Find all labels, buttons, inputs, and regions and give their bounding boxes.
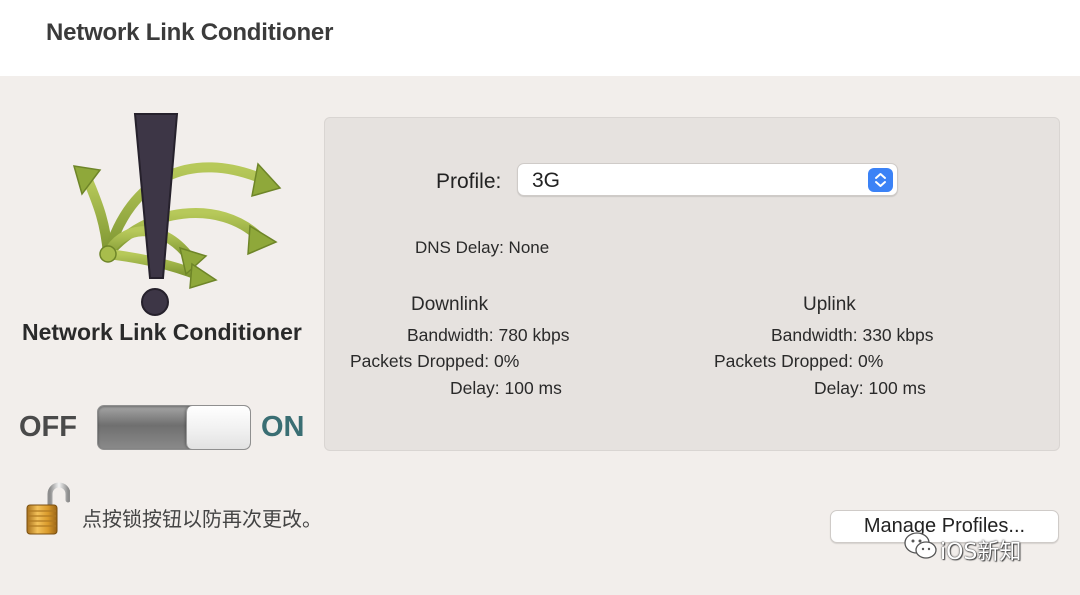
profile-select[interactable]: 3G bbox=[517, 163, 898, 196]
downlink-delay: Delay: 100 ms bbox=[450, 378, 562, 399]
switch-on-label: ON bbox=[261, 411, 305, 443]
uplink-bandwidth: Bandwidth: 330 kbps bbox=[771, 325, 934, 346]
uplink-delay: Delay: 100 ms bbox=[814, 378, 926, 399]
on-off-toggle[interactable] bbox=[97, 405, 251, 450]
watermark-text: iOS新知 bbox=[940, 540, 1022, 565]
uplink-packets-label: Packets Dropped: bbox=[714, 351, 854, 371]
lock-hint-text: 点按锁按钮以防再次更改。 bbox=[82, 507, 322, 531]
settings-panel: Profile: 3G DNS Delay: None Downlink Ban… bbox=[324, 117, 1060, 451]
uplink-bandwidth-label: Bandwidth: bbox=[771, 325, 858, 345]
logo-caption: Network Link Conditioner bbox=[22, 319, 302, 345]
downlink-title: Downlink bbox=[411, 294, 489, 315]
toggle-knob[interactable] bbox=[186, 406, 250, 449]
title-bar: Network Link Conditioner bbox=[0, 0, 1080, 76]
downlink-packets-dropped: Packets Dropped: 0% bbox=[350, 351, 519, 372]
uplink-delay-label: Delay: bbox=[814, 378, 864, 398]
downlink-bandwidth: Bandwidth: 780 kbps bbox=[407, 325, 570, 346]
downlink-packets-value: 0% bbox=[493, 351, 520, 371]
preference-pane: Network Link Conditioner OFF ON Profile:… bbox=[0, 76, 1080, 595]
uplink-packets-dropped: Packets Dropped: 0% bbox=[714, 351, 883, 372]
downlink-bandwidth-label: Bandwidth: bbox=[407, 325, 494, 345]
wechat-icon bbox=[904, 532, 937, 559]
watermark: iOS新知 bbox=[903, 530, 1053, 566]
switch-off-label: OFF bbox=[19, 411, 77, 443]
network-link-conditioner-icon bbox=[60, 108, 290, 323]
window-title: Network Link Conditioner bbox=[46, 19, 334, 46]
downlink-bandwidth-value: 780 kbps bbox=[498, 325, 570, 345]
uplink-delay-value: 100 ms bbox=[868, 378, 926, 398]
profile-label: Profile: bbox=[436, 170, 502, 193]
uplink-title: Uplink bbox=[803, 294, 856, 315]
unlocked-padlock-icon[interactable] bbox=[24, 480, 71, 538]
downlink-packets-label: Packets Dropped: bbox=[350, 351, 490, 371]
dns-delay-value: None bbox=[508, 238, 550, 257]
dns-delay: DNS Delay: None bbox=[415, 238, 549, 258]
select-stepper-icon bbox=[868, 168, 893, 192]
profile-selected-value: 3G bbox=[532, 169, 561, 192]
downlink-delay-value: 100 ms bbox=[504, 378, 562, 398]
dns-delay-label: DNS Delay: bbox=[415, 238, 504, 257]
uplink-packets-value: 0% bbox=[857, 351, 884, 371]
downlink-delay-label: Delay: bbox=[450, 378, 500, 398]
uplink-bandwidth-value: 330 kbps bbox=[862, 325, 934, 345]
